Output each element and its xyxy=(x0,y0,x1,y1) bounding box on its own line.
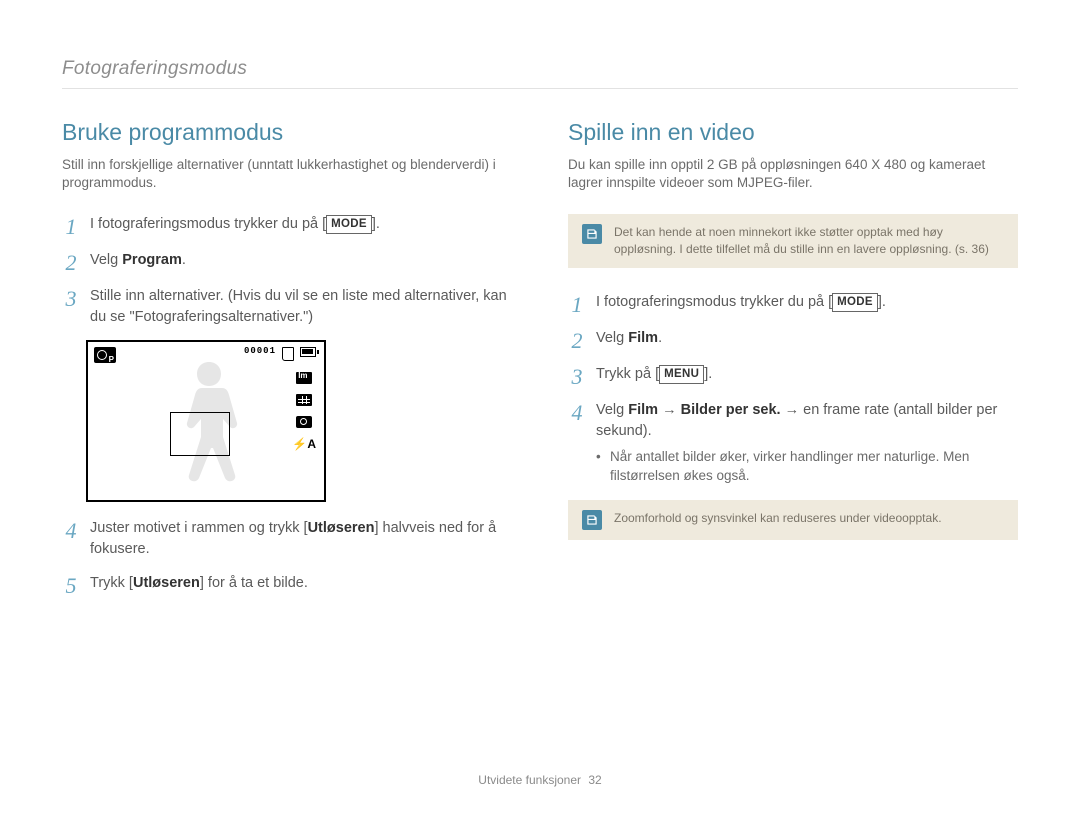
note-icon xyxy=(582,510,602,530)
menu-badge: MENU xyxy=(659,365,704,384)
page-number: 32 xyxy=(588,773,601,787)
page-footer: Utvidete funksjoner 32 xyxy=(0,773,1080,787)
note-box: Det kan hende at noen minnekort ikke stø… xyxy=(568,214,1018,268)
step-body: Velg Film. xyxy=(596,328,662,349)
step-body: Velg Film → Bilder per sek. → en frame r… xyxy=(596,400,1018,486)
mode-badge: MODE xyxy=(832,293,878,312)
step-3: 3 Stille inn alternativer. (Hvis du vil … xyxy=(62,286,512,328)
left-column: Bruke programmodus Still inn forskjellig… xyxy=(62,119,512,609)
content-columns: Bruke programmodus Still inn forskjellig… xyxy=(62,119,1018,609)
sd-card-icon xyxy=(282,347,294,361)
preview-side-icons: ⚡A xyxy=(292,372,316,450)
camera-preview-illustration: 00001 ⚡A xyxy=(86,340,326,502)
step-body: Stille inn alternativer. (Hvis du vil se… xyxy=(90,286,512,328)
step-body: I fotograferingsmodus trykker du på [MOD… xyxy=(596,292,886,313)
resolution-icon xyxy=(296,372,312,384)
step-4: 4 Juster motivet i rammen og trykk [Utlø… xyxy=(62,518,512,560)
right-steps: 1 I fotograferingsmodus trykker du på [M… xyxy=(568,292,1018,486)
left-intro: Still inn forskjellige alternativer (unn… xyxy=(62,156,512,192)
step-number: 2 xyxy=(568,328,586,352)
step-1: 1 I fotograferingsmodus trykker du på [M… xyxy=(62,214,512,238)
bullet-item: Når antallet bilder øker, virker handlin… xyxy=(596,448,1018,486)
battery-icon xyxy=(300,347,316,357)
left-title: Bruke programmodus xyxy=(62,119,512,146)
section-header: Fotograferingsmodus xyxy=(62,58,1018,89)
step-number: 2 xyxy=(62,250,80,274)
step-body: Trykk [Utløseren] for å ta et bilde. xyxy=(90,573,308,594)
step-body: Velg Program. xyxy=(90,250,186,271)
note-box: Zoomforhold og synsvinkel kan reduseres … xyxy=(568,500,1018,540)
face-detect-icon xyxy=(296,416,312,428)
step-number: 4 xyxy=(62,518,80,542)
left-steps-cont: 4 Juster motivet i rammen og trykk [Utlø… xyxy=(62,518,512,596)
left-steps: 1 I fotograferingsmodus trykker du på [M… xyxy=(62,214,512,328)
shot-counter: 00001 xyxy=(244,346,276,356)
right-title: Spille inn en video xyxy=(568,119,1018,146)
note-text: Zoomforhold og synsvinkel kan reduseres … xyxy=(614,510,942,527)
step-number: 1 xyxy=(568,292,586,316)
mode-icon xyxy=(94,347,116,363)
step-number: 3 xyxy=(62,286,80,310)
note-text: Det kan hende at noen minnekort ikke stø… xyxy=(614,224,1004,258)
step-5: 5 Trykk [Utløseren] for å ta et bilde. xyxy=(62,573,512,597)
step-4: 4 Velg Film → Bilder per sek. → en frame… xyxy=(568,400,1018,486)
right-column: Spille inn en video Du kan spille inn op… xyxy=(568,119,1018,609)
step-number: 3 xyxy=(568,364,586,388)
step-bullets: Når antallet bilder øker, virker handlin… xyxy=(596,448,1018,486)
step-2: 2 Velg Program. xyxy=(62,250,512,274)
manual-page: Fotograferingsmodus Bruke programmodus S… xyxy=(0,0,1080,609)
step-body: I fotograferingsmodus trykker du på [MOD… xyxy=(90,214,380,235)
step-number: 1 xyxy=(62,214,80,238)
quality-icon xyxy=(296,394,312,406)
flash-auto-icon: ⚡A xyxy=(292,438,316,450)
note-icon xyxy=(582,224,602,244)
step-1: 1 I fotograferingsmodus trykker du på [M… xyxy=(568,292,1018,316)
step-number: 5 xyxy=(62,573,80,597)
step-3: 3 Trykk på [MENU]. xyxy=(568,364,1018,388)
focus-frame xyxy=(170,412,230,456)
step-body: Juster motivet i rammen og trykk [Utløse… xyxy=(90,518,512,560)
right-intro: Du kan spille inn opptil 2 GB på oppløsn… xyxy=(568,156,1018,192)
mode-badge: MODE xyxy=(326,215,372,234)
footer-label: Utvidete funksjoner xyxy=(478,773,581,787)
step-2: 2 Velg Film. xyxy=(568,328,1018,352)
step-body: Trykk på [MENU]. xyxy=(596,364,712,385)
step-number: 4 xyxy=(568,400,586,424)
